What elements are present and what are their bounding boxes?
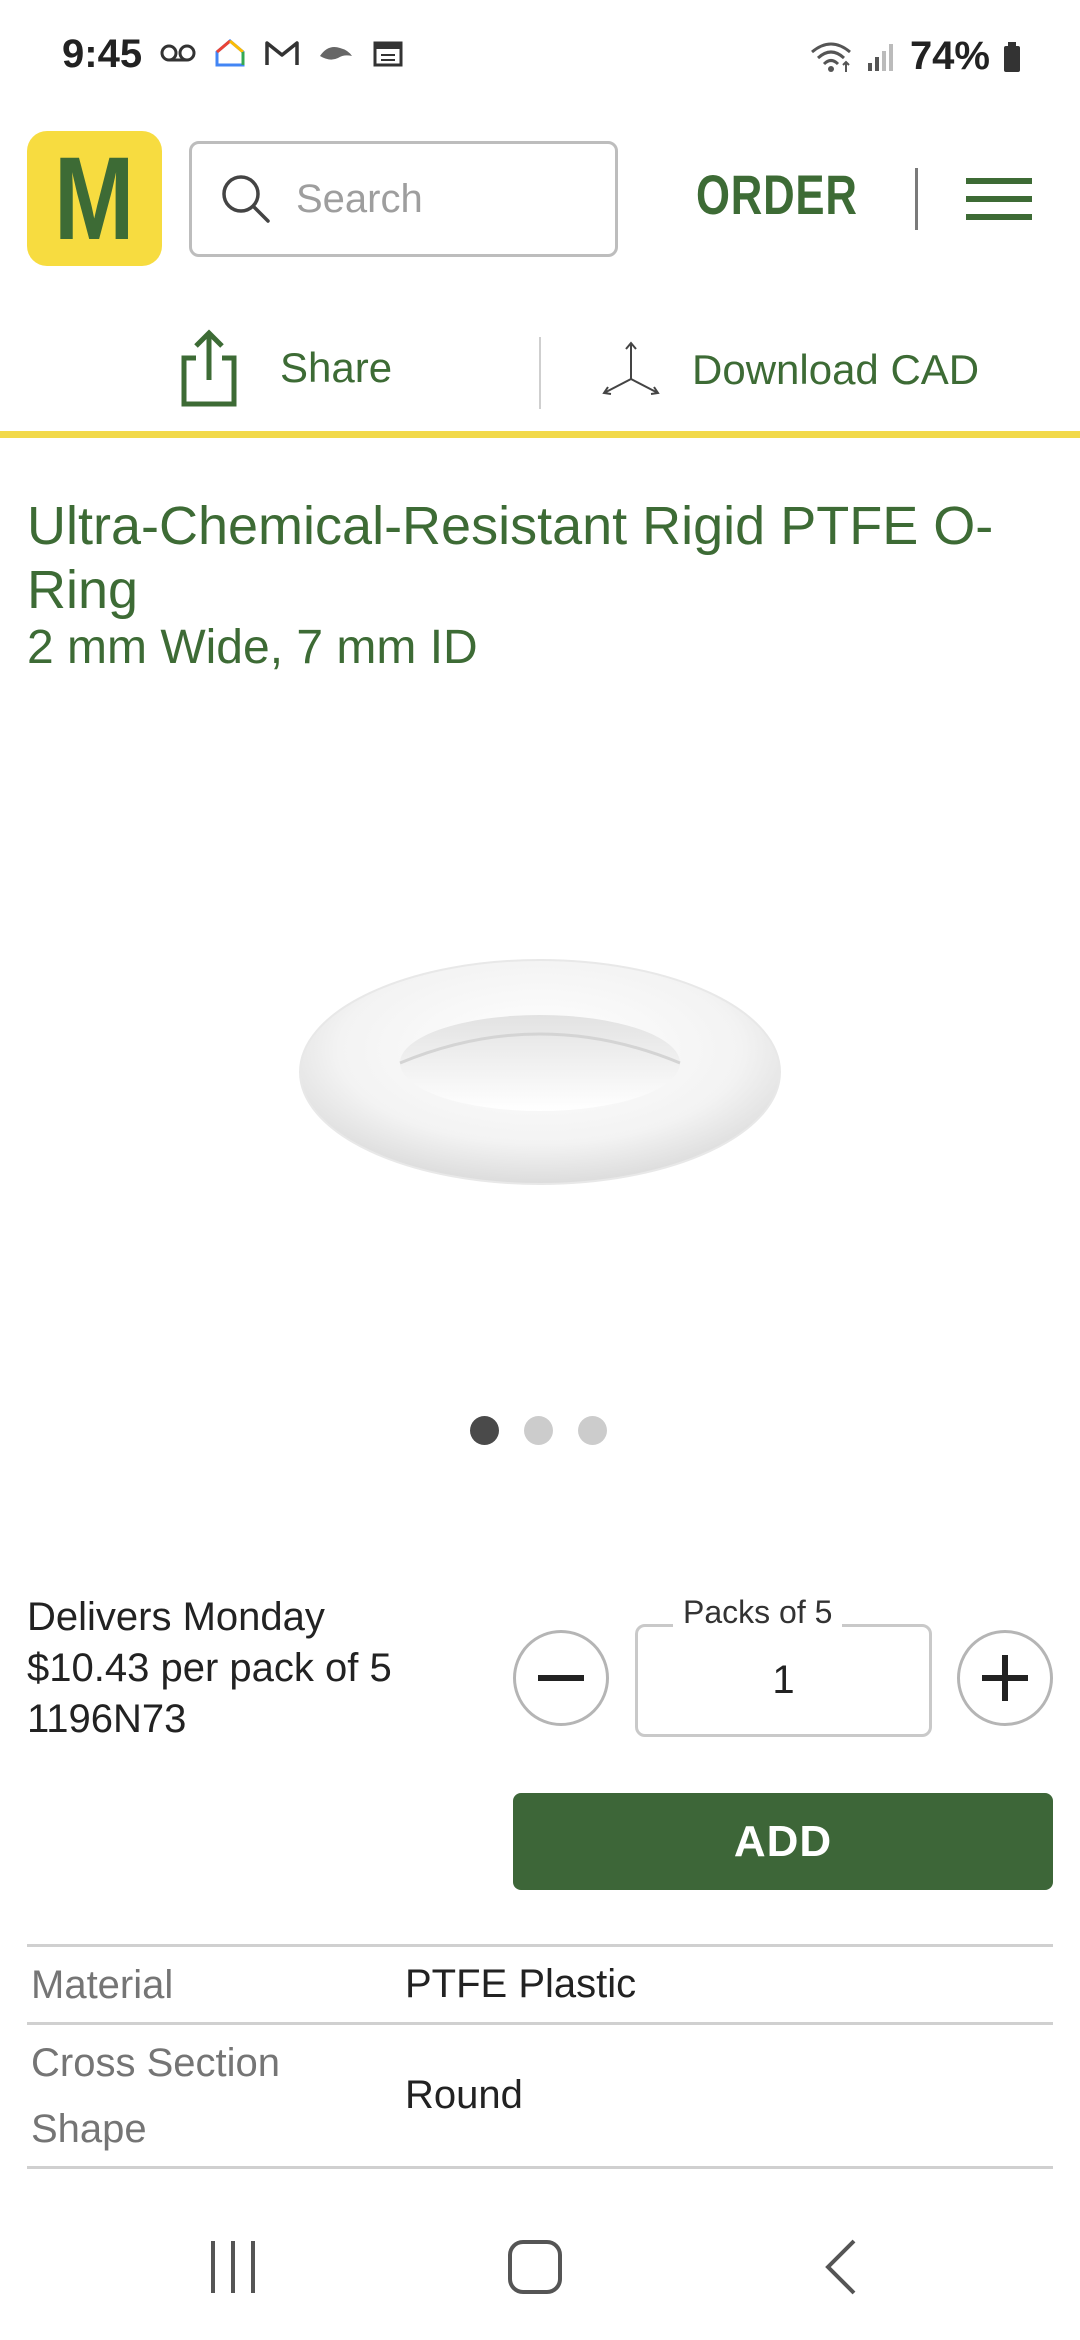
delivery-text: Delivers Monday [27,1595,325,1639]
increase-quantity-button[interactable] [957,1630,1053,1726]
status-time: 9:45 [62,32,143,76]
spec-row: Cross Section Shape Round [27,2025,1053,2169]
back-icon [825,2239,856,2295]
ravens-icon [320,47,352,60]
purchase-info: Delivers Monday $10.43 per pack of 5 119… [27,1592,392,1745]
quantity-input[interactable]: 1 [635,1624,932,1737]
back-button[interactable] [795,2222,885,2312]
add-button-label: ADD [733,1816,833,1866]
share-label: Share [280,344,393,391]
status-bar: 9:45 74% [0,0,1080,112]
header-divider [915,168,918,230]
system-icons: 74% [808,34,1022,79]
share-icon [181,329,237,407]
carousel-dot[interactable] [470,1416,499,1445]
carousel-dot[interactable] [524,1416,553,1445]
header-accent-rule [0,431,1080,438]
decrease-quantity-button[interactable] [513,1630,609,1726]
spec-key: Cross Section Shape [31,2040,280,2151]
download-cad-button[interactable]: Download CAD [600,330,979,410]
calendar-icon [373,41,403,67]
download-cad-label: Download CAD [692,346,980,393]
search-icon [222,175,270,223]
minus-icon [538,1675,584,1681]
voicemail-icon [160,44,196,62]
plus-icon [982,1655,1028,1701]
recent-apps-button[interactable] [188,2222,278,2312]
search-input[interactable]: Search [189,141,618,257]
add-to-order-button[interactable]: ADD [513,1793,1053,1890]
cad-axes-icon [602,341,660,395]
search-placeholder: Search [296,176,423,221]
action-divider [539,337,541,409]
spec-value: PTFE Plastic [405,1962,637,2006]
battery-percent: 74% [909,34,990,78]
recent-apps-icon [211,2241,255,2293]
spec-row: Material PTFE Plastic [27,1947,1053,2025]
logo-letter: M [54,132,135,265]
quantity-label: Packs of 5 [673,1594,843,1631]
signal-icon [867,43,893,71]
battery-icon [1004,41,1020,72]
home-icon [508,2240,562,2294]
mcmaster-logo[interactable]: M [27,131,162,266]
spec-key: Material [31,1962,174,2007]
order-button[interactable]: ORDER [696,162,858,227]
share-button[interactable]: Share [178,326,392,410]
google-home-icon [215,39,245,67]
part-number: 1196N73 [27,1697,187,1741]
product-subtitle: 2 mm Wide, 7 mm ID [27,621,478,674]
wifi-icon [810,42,851,72]
home-button[interactable] [490,2222,580,2312]
hamburger-menu-icon[interactable] [966,175,1032,223]
product-title: Ultra-Chemical-Resistant Rigid PTFE O-Ri… [27,496,994,620]
price-text: $10.43 per pack of 5 [27,1646,392,1690]
o-ring-image[interactable] [290,950,790,1190]
image-carousel-dots [470,1416,607,1445]
spec-value: Round [405,2073,523,2117]
gmail-icon [265,41,299,65]
carousel-dot[interactable] [578,1416,607,1445]
system-navigation-bar [0,2200,1080,2340]
specifications-table: Material PTFE Plastic Cross Section Shap… [27,1944,1053,2169]
notification-icons [160,38,404,68]
